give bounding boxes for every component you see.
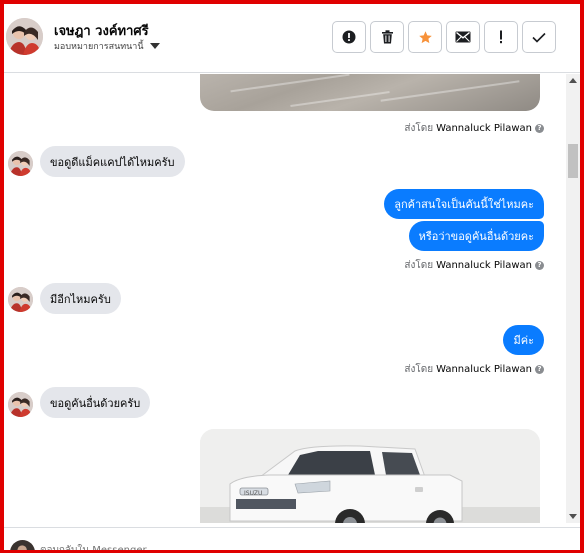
svg-text:ISUZU: ISUZU	[244, 490, 262, 497]
sender-name[interactable]: Wannaluck Pilawan	[436, 364, 532, 375]
envelope-icon	[455, 31, 471, 43]
sent-by-label: ส่งโดย Wannaluck Pilawan ?	[404, 121, 544, 136]
outgoing-message[interactable]: หรือว่าขอดูคันอื่นด้วยคะ	[408, 221, 544, 251]
contact-name[interactable]: เจษฎา วงค์ทาศรี	[54, 20, 149, 41]
sent-by-label: ส่งโดย Wannaluck Pilawan ?	[404, 258, 544, 273]
contact-avatar-small[interactable]	[8, 151, 33, 176]
sent-by-prefix: ส่งโดย	[404, 260, 434, 271]
message-thread[interactable]: ส่งโดย Wannaluck Pilawan ? ขอดูดีแม็คแคป…	[4, 74, 564, 523]
trash-icon	[381, 30, 394, 44]
page-avatar	[10, 540, 35, 550]
info-icon[interactable]: ?	[535, 365, 544, 374]
sender-name[interactable]: Wannaluck Pilawan	[436, 260, 532, 271]
incoming-message[interactable]: ขอดูดีแม็คแคปได้ไหมครับ	[40, 146, 185, 177]
mark-spam-button[interactable]	[332, 21, 366, 53]
attached-photo-floor[interactable]	[200, 74, 540, 111]
mark-done-button[interactable]	[522, 21, 556, 53]
chevron-down-icon	[149, 43, 160, 49]
delete-button[interactable]	[370, 21, 404, 53]
incoming-message[interactable]: มีอีกไหมครับ	[40, 283, 121, 314]
sent-by-label: ส่งโดย Wannaluck Pilawan ?	[404, 362, 544, 377]
contact-avatar-small[interactable]	[8, 392, 33, 417]
window-frame: เจษฎา วงค์ทาศรี มอบหมายการสนทนานี้ ส่งโด…	[0, 0, 584, 553]
assign-conversation-dropdown[interactable]: มอบหมายการสนทนานี้	[54, 39, 160, 53]
star-button[interactable]	[408, 21, 442, 53]
incoming-message[interactable]: ขอดูคันอื่นด้วยครับ	[40, 387, 151, 418]
info-icon[interactable]: ?	[535, 124, 544, 133]
scrollbar-thumb[interactable]	[568, 144, 578, 178]
checkmark-icon	[532, 32, 546, 43]
info-icon[interactable]: ?	[535, 261, 544, 270]
contact-avatar-small[interactable]	[8, 287, 33, 312]
message-composer	[4, 527, 580, 550]
scroll-down-icon[interactable]	[569, 514, 577, 519]
attached-photo-pickup-truck[interactable]: ISUZU	[200, 429, 540, 523]
scroll-up-icon[interactable]	[569, 78, 577, 83]
follow-up-button[interactable]	[484, 21, 518, 53]
contact-avatar[interactable]	[6, 18, 43, 55]
assign-label: มอบหมายการสนทนานี้	[54, 42, 144, 52]
conversation-header: เจษฎา วงค์ทาศรี มอบหมายการสนทนานี้	[4, 4, 580, 73]
sent-by-prefix: ส่งโดย	[404, 364, 434, 375]
exclamation-icon	[499, 30, 503, 44]
exclamation-circle-icon	[342, 30, 356, 44]
sender-name[interactable]: Wannaluck Pilawan	[436, 123, 532, 134]
sent-by-prefix: ส่งโดย	[404, 123, 434, 134]
thread-scrollbar[interactable]	[566, 74, 580, 523]
outgoing-message[interactable]: ลูกค้าสนใจเป็นคันนี้ใช่ไหมคะ	[384, 189, 544, 219]
outgoing-message[interactable]: มีค่ะ	[503, 325, 544, 355]
mark-unread-button[interactable]	[446, 21, 480, 53]
star-icon	[418, 30, 433, 45]
reply-input[interactable]	[40, 542, 540, 550]
